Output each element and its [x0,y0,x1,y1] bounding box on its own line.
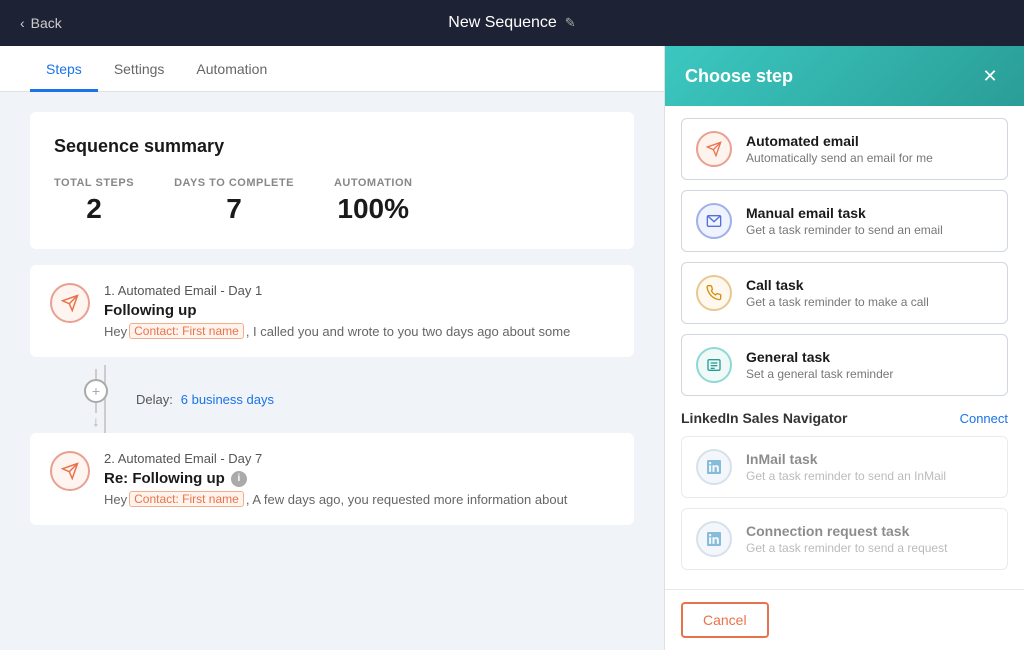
automated-email-text: Automated email Automatically send an em… [746,133,933,165]
step-card-1[interactable]: 1. Automated Email - Day 1 Following up … [30,265,634,357]
top-bar: ‹ Back New Sequence ✎ [0,0,1024,46]
inmail-task-name: InMail task [746,451,946,467]
cancel-button[interactable]: Cancel [681,602,769,638]
back-button[interactable]: ‹ Back [20,15,62,31]
option-manual-email[interactable]: Manual email task Get a task reminder to… [681,190,1008,252]
option-inmail-task: InMail task Get a task reminder to send … [681,436,1008,498]
delay-info: Delay: 6 business days [136,391,274,407]
call-task-text: Call task Get a task reminder to make a … [746,277,929,309]
step-1-preview-suffix: , I called you and wrote to you two days… [246,324,570,339]
step-2-preview-suffix: , A few days ago, you requested more inf… [246,492,568,507]
step-1-title: 1. Automated Email - Day 1 [104,283,570,298]
step-2-preview: Hey Contact: First name , A few days ago… [104,491,567,507]
general-task-icon [696,347,732,383]
step-2-title: 2. Automated Email - Day 7 [104,451,567,466]
back-arrow-icon: ‹ [20,15,25,31]
info-icon: i [231,471,247,487]
left-panel: Steps Settings Automation Sequence summa… [0,46,664,650]
step-content-1: 1. Automated Email - Day 1 Following up … [104,283,570,339]
call-task-icon [696,275,732,311]
right-panel: Choose step ✕ Automated email Automatica… [664,46,1024,650]
linkedin-title: LinkedIn Sales Navigator [681,410,848,426]
inmail-task-desc: Get a task reminder to send an InMail [746,469,946,483]
main-layout: Steps Settings Automation Sequence summa… [0,46,1024,650]
tab-automation[interactable]: Automation [180,49,283,92]
delay-label: Delay: [136,392,173,407]
add-step-button[interactable]: + [84,379,108,403]
step-1-preview: Hey Contact: First name , I called you a… [104,323,570,339]
automated-email-icon [696,131,732,167]
stat-value-steps: 2 [54,193,134,225]
stat-label-steps: Total Steps [54,177,134,189]
manual-email-name: Manual email task [746,205,943,221]
stat-total-steps: Total Steps 2 [54,177,134,225]
inmail-task-icon [696,449,732,485]
summary-card: Sequence summary Total Steps 2 Days to C… [30,112,634,249]
summary-stats: Total Steps 2 Days to Complete 7 Automat… [54,177,610,225]
automated-email-desc: Automatically send an email for me [746,151,933,165]
general-task-name: General task [746,349,893,365]
step-card-2[interactable]: 2. Automated Email - Day 7 Re: Following… [30,433,634,525]
tab-steps[interactable]: Steps [30,49,98,92]
connection-request-text: Connection request task Get a task remin… [746,523,947,555]
stat-label-days: Days to Complete [174,177,294,189]
automated-email-name: Automated email [746,133,933,149]
step-icon-1 [50,283,90,323]
step-icon-2 [50,451,90,491]
step-content-2: 2. Automated Email - Day 7 Re: Following… [104,451,567,507]
page-title: New Sequence ✎ [448,14,575,32]
choose-step-footer: Cancel [665,589,1024,650]
manual-email-icon [696,203,732,239]
manual-email-desc: Get a task reminder to send an email [746,223,943,237]
stat-value-days: 7 [174,193,294,225]
connection-request-desc: Get a task reminder to send a request [746,541,947,555]
sequence-content: Sequence summary Total Steps 2 Days to C… [0,92,664,650]
inmail-task-text: InMail task Get a task reminder to send … [746,451,946,483]
delay-connector: + ↓ Delay: 6 business days [30,365,634,433]
sequence-title: New Sequence [448,14,557,32]
stat-days: Days to Complete 7 [174,177,294,225]
stat-value-automation: 100% [334,193,413,225]
stat-label-automation: Automation [334,177,413,189]
summary-heading: Sequence summary [54,136,610,157]
step-1-subject: Following up [104,302,570,319]
choose-step-title: Choose step [685,66,793,87]
step-2-preview-prefix: Hey [104,492,127,507]
call-task-desc: Get a task reminder to make a call [746,295,929,309]
edit-title-icon[interactable]: ✎ [565,15,576,31]
delay-value[interactable]: 6 business days [181,392,274,407]
close-button[interactable]: ✕ [976,62,1004,90]
linkedin-section-header: LinkedIn Sales Navigator Connect [681,410,1008,426]
option-general-task[interactable]: General task Set a general task reminder [681,334,1008,396]
step-1-preview-prefix: Hey [104,324,127,339]
call-task-name: Call task [746,277,929,293]
connection-request-icon [696,521,732,557]
tab-settings[interactable]: Settings [98,49,181,92]
option-call-task[interactable]: Call task Get a task reminder to make a … [681,262,1008,324]
connection-request-name: Connection request task [746,523,947,539]
choose-step-header: Choose step ✕ [665,46,1024,106]
step-2-subject-text: Re: Following up [104,470,225,487]
back-label: Back [31,15,62,31]
connect-link[interactable]: Connect [960,411,1008,426]
option-automated-email[interactable]: Automated email Automatically send an em… [681,118,1008,180]
step-2-subject: Re: Following up i [104,470,567,487]
step-2-contact-token: Contact: First name [129,491,244,507]
stat-automation: Automation 100% [334,177,413,225]
general-task-text: General task Set a general task reminder [746,349,893,381]
manual-email-text: Manual email task Get a task reminder to… [746,205,943,237]
general-task-desc: Set a general task reminder [746,367,893,381]
tabs-bar: Steps Settings Automation [0,46,664,92]
step-1-contact-token: Contact: First name [129,323,244,339]
option-connection-request: Connection request task Get a task remin… [681,508,1008,570]
choose-step-body: Automated email Automatically send an em… [665,106,1024,589]
